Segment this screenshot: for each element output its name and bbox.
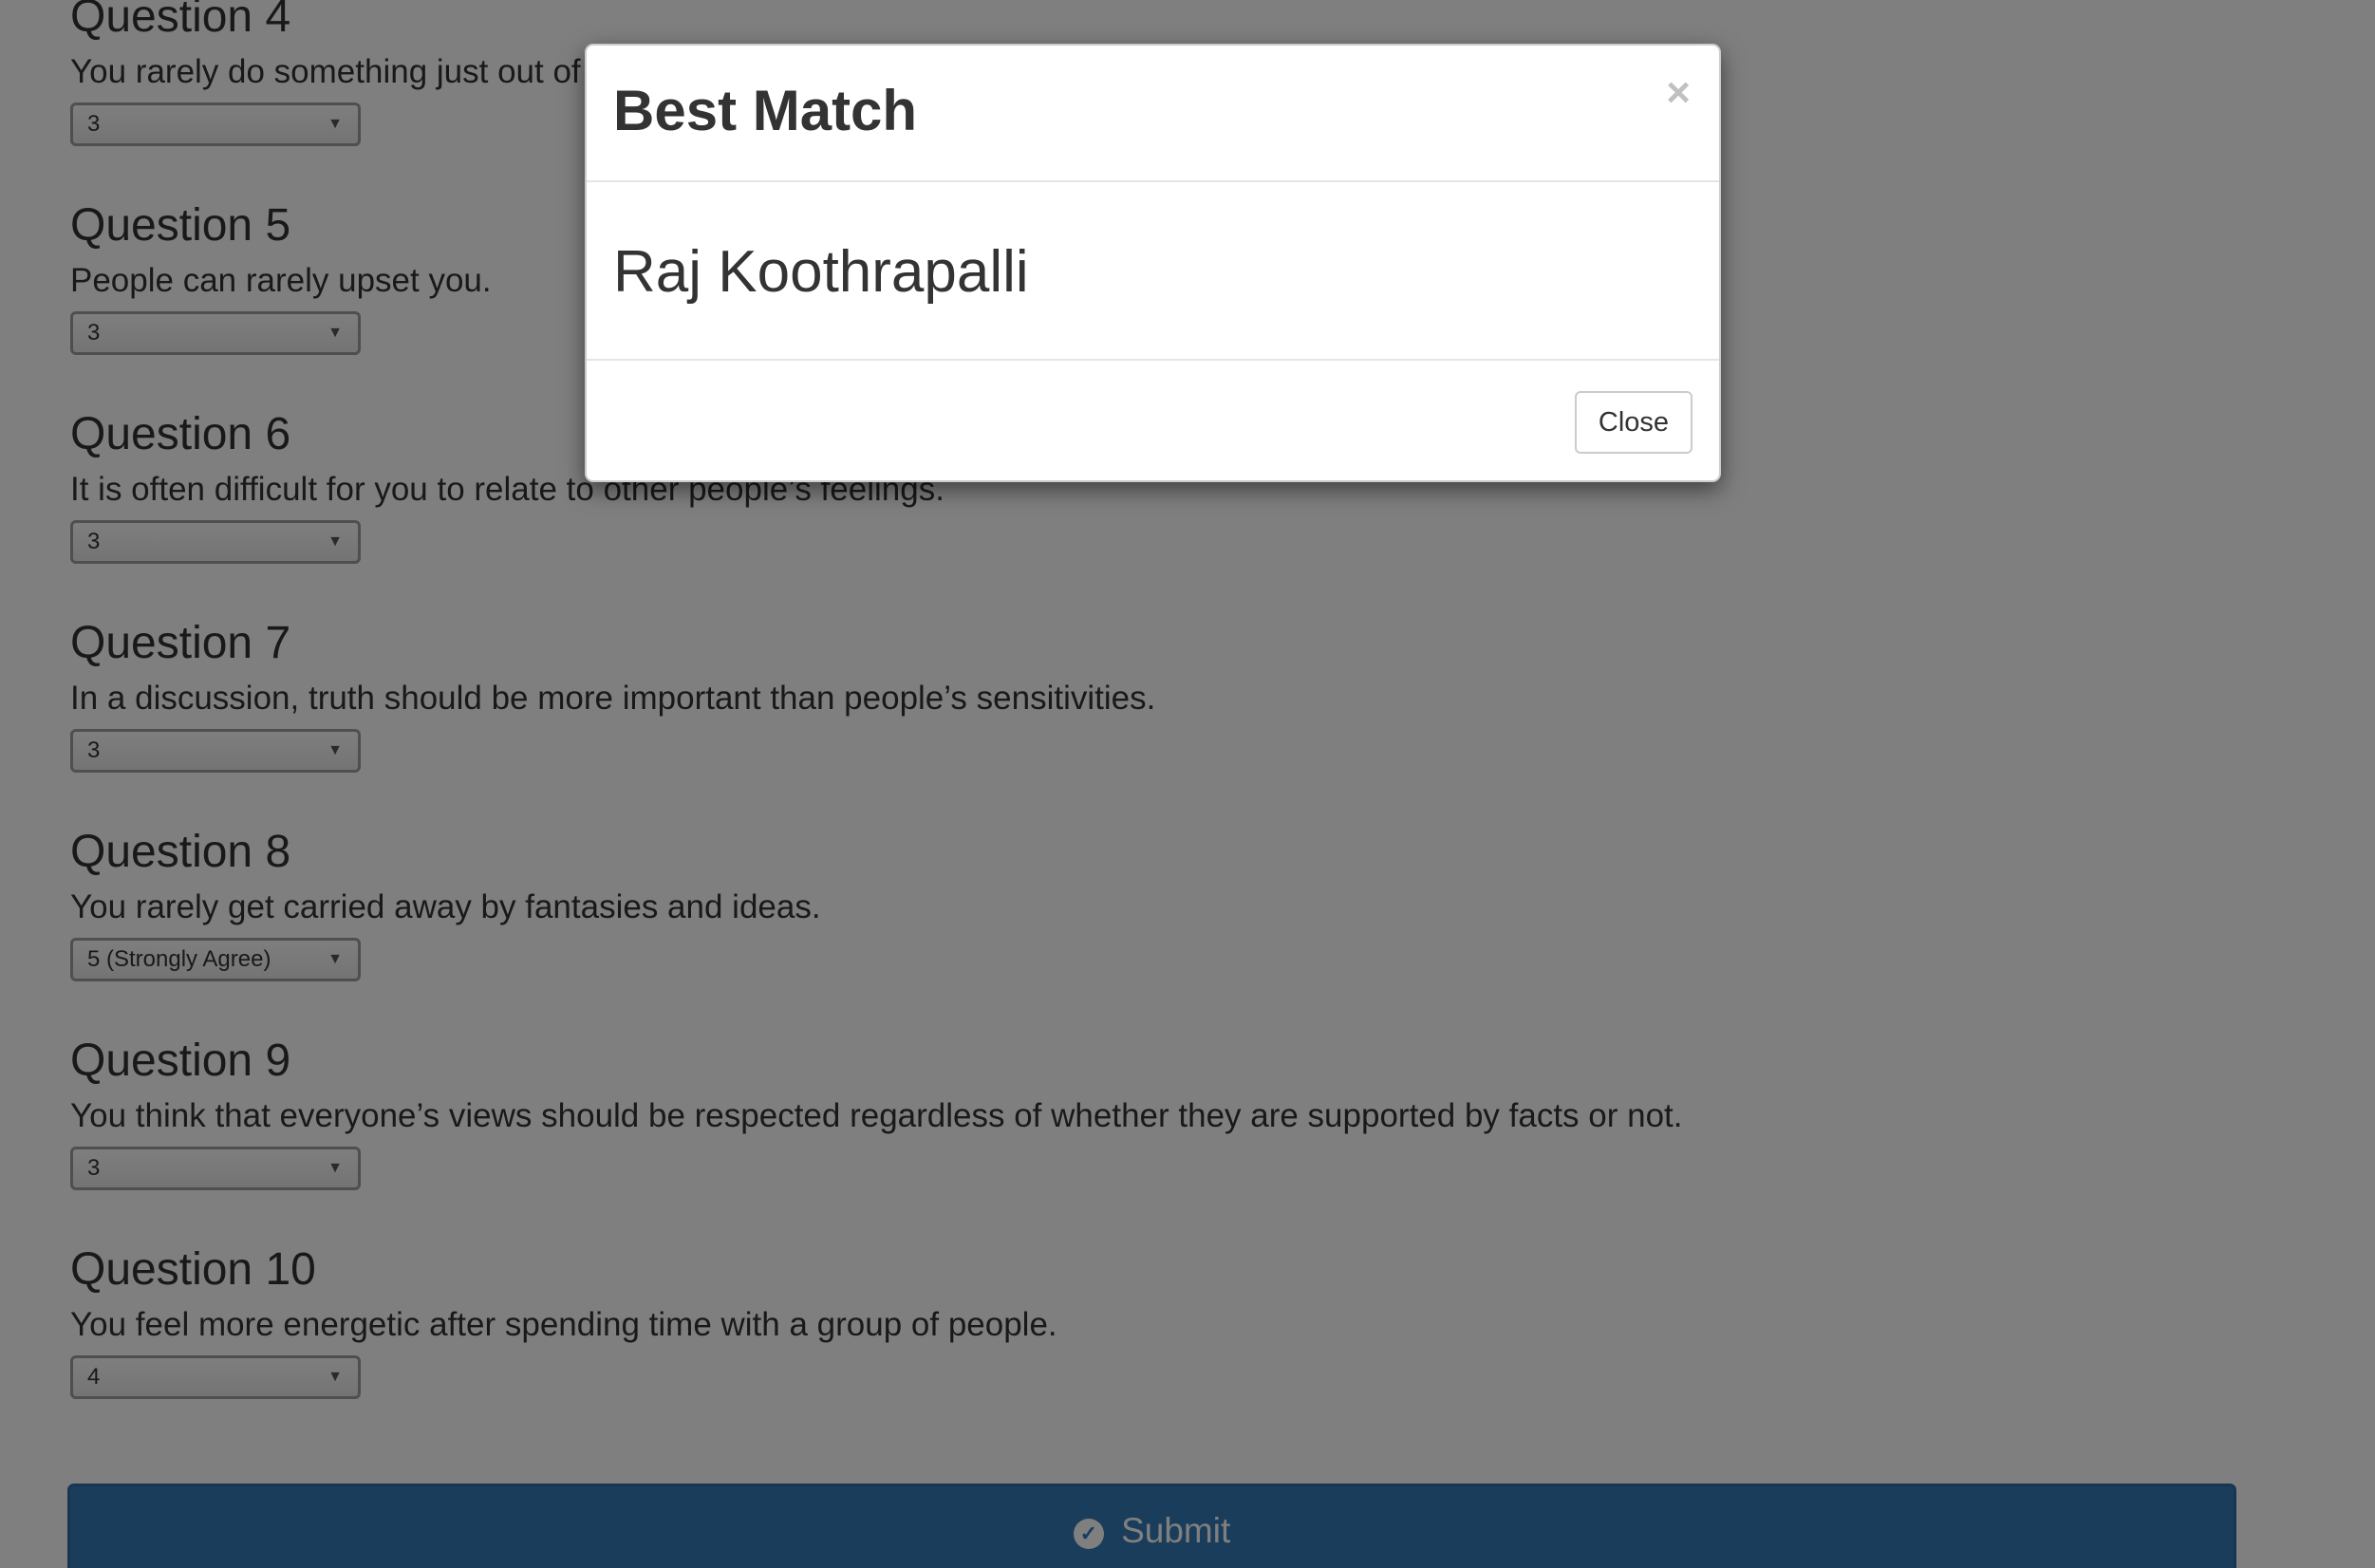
modal-footer: Close [587,361,1719,480]
close-button[interactable]: Close [1575,391,1692,454]
close-icon[interactable]: × [1666,72,1691,114]
match-name: Raj Koothrapalli [613,239,1029,305]
best-match-modal: Best Match × Raj Koothrapalli Close [585,44,1721,482]
modal-title: Best Match [613,79,918,142]
modal-header: Best Match × [587,46,1719,182]
modal-body: Raj Koothrapalli [587,182,1719,361]
